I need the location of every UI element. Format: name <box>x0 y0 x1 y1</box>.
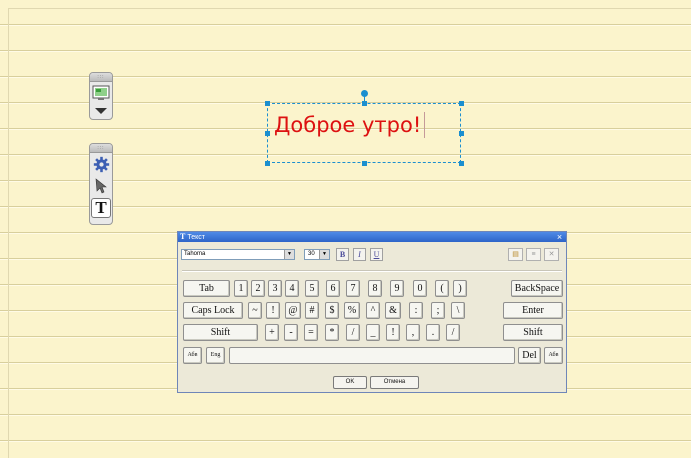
key-shift-right[interactable]: Shift <box>503 324 563 341</box>
format-toolbar: Tahoma ▼ 30 ▼ B I U ▤ ≡ ✕ <box>181 248 563 264</box>
key-tab[interactable]: Tab <box>183 280 230 297</box>
key-space[interactable] <box>229 347 515 364</box>
text-tool-icon[interactable]: T <box>91 198 111 218</box>
canvas-text-object[interactable]: Доброе утро! <box>274 112 426 138</box>
panel-grip[interactable]: ::: <box>90 73 112 82</box>
key-semicolon[interactable]: ; <box>431 302 445 319</box>
key-5[interactable]: 5 <box>305 280 319 297</box>
chevron-down-icon[interactable]: ▼ <box>319 250 329 259</box>
key-minus[interactable]: - <box>284 324 298 341</box>
key-6[interactable]: 6 <box>326 280 340 297</box>
key-1[interactable]: 1 <box>234 280 248 297</box>
key-tilde[interactable]: ~ <box>248 302 262 319</box>
key-8[interactable]: 8 <box>368 280 382 297</box>
font-size-select[interactable]: 30 ▼ <box>304 249 330 260</box>
resize-handle-sw[interactable] <box>265 161 270 166</box>
gear-icon[interactable] <box>91 155 111 173</box>
dialog-title-icon: T <box>180 232 186 241</box>
text-dialog: T Текст × Tahoma ▼ 30 ▼ B I U ▤ ≡ ✕ Tab 1… <box>177 231 567 393</box>
font-size-value: 30 <box>308 251 315 257</box>
key-dollar[interactable]: $ <box>325 302 339 319</box>
key-backspace[interactable]: BackSpace <box>511 280 563 297</box>
key-7[interactable]: 7 <box>346 280 360 297</box>
key-paren-open[interactable]: ( <box>435 280 449 297</box>
paste-icon[interactable]: ▤ <box>508 248 523 261</box>
bold-button[interactable]: B <box>336 248 349 261</box>
key-percent[interactable]: % <box>344 302 360 319</box>
key-shift-left[interactable]: Shift <box>183 324 258 341</box>
key-3[interactable]: 3 <box>268 280 282 297</box>
tool-panel-bottom: ::: T <box>89 143 113 225</box>
chevron-down-icon[interactable] <box>91 106 111 116</box>
key-caps-lock[interactable]: Caps Lock <box>183 302 243 319</box>
key-cyrillic-left[interactable]: Абв <box>183 347 202 364</box>
ok-button[interactable]: OK <box>333 376 367 389</box>
italic-button[interactable]: I <box>353 248 366 261</box>
key-eng[interactable]: Eng <box>206 347 225 364</box>
canvas-text-content: Доброе утро! <box>274 113 422 137</box>
key-comma[interactable]: , <box>406 324 420 341</box>
key-backslash[interactable]: \ <box>451 302 465 319</box>
font-family-select[interactable]: Tahoma ▼ <box>181 249 295 260</box>
key-slash-2[interactable]: / <box>446 324 460 341</box>
resize-handle-se[interactable] <box>459 161 464 166</box>
align-icon[interactable]: ≡ <box>526 248 541 261</box>
key-cyrillic-right[interactable]: Абв <box>544 347 563 364</box>
key-period[interactable]: . <box>426 324 440 341</box>
key-at[interactable]: @ <box>285 302 301 319</box>
key-exclamation[interactable]: ! <box>266 302 280 319</box>
key-exclamation-2[interactable]: ! <box>386 324 400 341</box>
dialog-titlebar[interactable]: T Текст × <box>178 232 566 242</box>
key-enter[interactable]: Enter <box>503 302 563 319</box>
dialog-title: Текст <box>187 234 205 241</box>
close-icon[interactable]: × <box>555 232 564 242</box>
key-underscore[interactable]: _ <box>366 324 380 341</box>
key-ampersand[interactable]: & <box>385 302 401 319</box>
text-tool-label: T <box>91 198 111 218</box>
key-hash[interactable]: # <box>305 302 319 319</box>
key-equals[interactable]: = <box>304 324 318 341</box>
clear-icon[interactable]: ✕ <box>544 248 559 261</box>
key-asterisk[interactable]: * <box>325 324 339 341</box>
key-caret[interactable]: ^ <box>366 302 380 319</box>
key-colon[interactable]: : <box>409 302 423 319</box>
font-family-value: Tahoma <box>184 251 206 257</box>
monitor-image-icon[interactable] <box>91 84 111 102</box>
resize-handle-s[interactable] <box>362 161 367 166</box>
key-plus[interactable]: + <box>265 324 279 341</box>
dialog-separator <box>182 270 562 272</box>
key-4[interactable]: 4 <box>285 280 299 297</box>
cancel-button[interactable]: Отмена <box>370 376 419 389</box>
resize-handle-w[interactable] <box>265 131 270 136</box>
tool-panel-top: ::: <box>89 72 113 120</box>
resize-handle-e[interactable] <box>459 131 464 136</box>
underline-button[interactable]: U <box>370 248 383 261</box>
key-2[interactable]: 2 <box>251 280 265 297</box>
chevron-down-icon[interactable]: ▼ <box>284 250 294 259</box>
resize-handle-ne[interactable] <box>459 101 464 106</box>
key-0[interactable]: 0 <box>413 280 427 297</box>
resize-handle-n[interactable] <box>362 101 367 106</box>
text-caret <box>424 112 426 138</box>
pointer-arrow-icon[interactable] <box>91 177 111 195</box>
key-del[interactable]: Del <box>518 347 541 364</box>
panel-grip[interactable]: ::: <box>90 144 112 153</box>
key-slash[interactable]: / <box>346 324 360 341</box>
resize-handle-nw[interactable] <box>265 101 270 106</box>
key-paren-close[interactable]: ) <box>453 280 467 297</box>
key-9[interactable]: 9 <box>390 280 404 297</box>
